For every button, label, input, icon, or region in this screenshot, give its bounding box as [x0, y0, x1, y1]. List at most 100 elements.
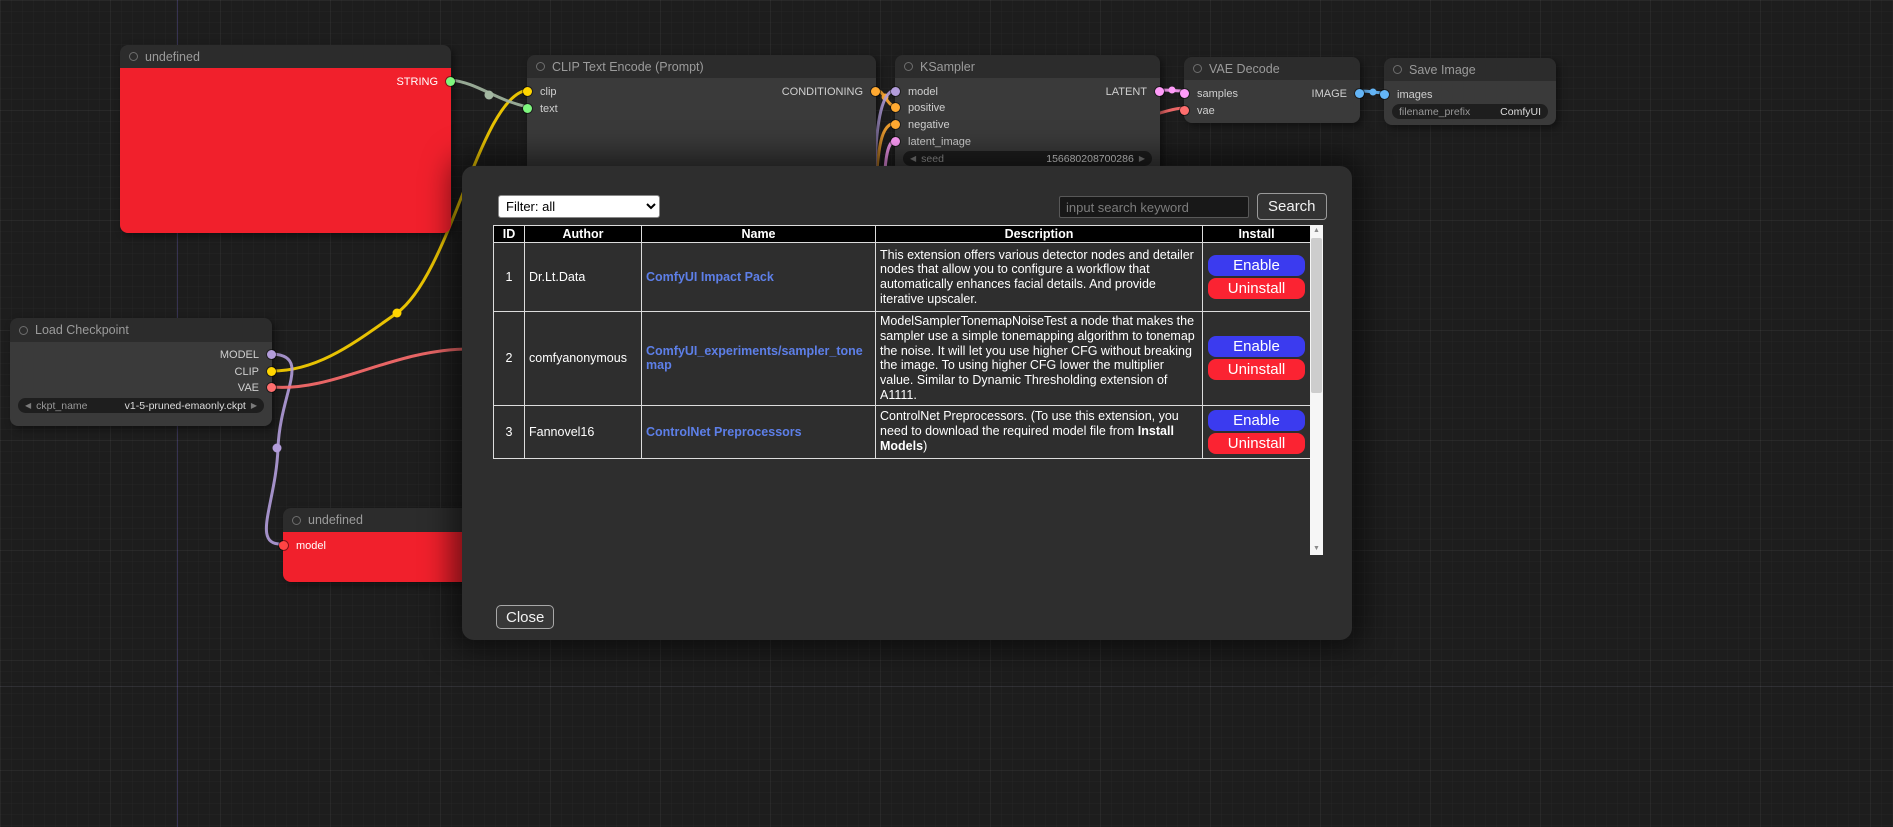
enable-button[interactable]: Enable — [1208, 410, 1305, 431]
node-clip-text-encode[interactable]: CLIP Text Encode (Prompt) clip text COND… — [527, 55, 876, 173]
extension-row: 2 comfyanonymous ComfyUI_experiments/sam… — [494, 312, 1311, 406]
input-label: clip — [540, 86, 557, 98]
input-label: vae — [1197, 105, 1215, 117]
extension-author: Fannovel16 — [525, 405, 642, 458]
input-label: positive — [908, 102, 945, 114]
extensions-table: ID Author Name Description Install 1 Dr.… — [493, 225, 1311, 459]
widget-label: seed — [921, 153, 944, 165]
output-label: STRING — [396, 76, 438, 88]
widget-value[interactable]: 156680208700286 — [1046, 153, 1134, 165]
scrollbar-thumb[interactable] — [1311, 238, 1322, 393]
enable-button[interactable]: Enable — [1208, 336, 1305, 357]
uninstall-button[interactable]: Uninstall — [1208, 359, 1305, 380]
extension-author: Dr.Lt.Data — [525, 243, 642, 312]
extension-description: This extension offers various detector n… — [876, 243, 1203, 312]
collapse-dot-icon[interactable] — [1393, 65, 1402, 74]
extension-id: 3 — [494, 405, 525, 458]
seed-widget[interactable]: ◀ seed 156680208700286 ▶ — [903, 151, 1152, 166]
node-title: Load Checkpoint — [35, 323, 129, 337]
output-label: VAE — [238, 382, 259, 394]
widget-arrow-right-icon[interactable]: ▶ — [1139, 155, 1145, 163]
output-slot-dot[interactable] — [1355, 89, 1364, 98]
input-slot-dot[interactable] — [891, 120, 900, 129]
node-title: CLIP Text Encode (Prompt) — [552, 60, 704, 74]
extension-name-link[interactable]: ComfyUI_experiments/sampler_tonemap — [646, 344, 863, 372]
collapse-dot-icon[interactable] — [292, 516, 301, 525]
header-description: Description — [876, 226, 1203, 243]
widget-label: filename_prefix — [1399, 106, 1470, 118]
input-slot-dot[interactable] — [1180, 89, 1189, 98]
node-title-bar[interactable]: undefined — [120, 45, 451, 68]
node-title-bar[interactable]: CLIP Text Encode (Prompt) — [527, 55, 876, 78]
extension-name-link[interactable]: ControlNet Preprocessors — [646, 425, 802, 439]
output-label: IMAGE — [1312, 88, 1347, 100]
scrollbar-down-icon[interactable]: ▼ — [1310, 543, 1323, 555]
widget-value[interactable]: v1-5-pruned-emaonly.ckpt — [125, 400, 246, 412]
header-name: Name — [642, 226, 876, 243]
widget-label: ckpt_name — [36, 400, 87, 412]
input-slot-dot[interactable] — [891, 87, 900, 96]
input-label: model — [908, 86, 938, 98]
search-input[interactable] — [1059, 196, 1249, 218]
collapse-dot-icon[interactable] — [536, 62, 545, 71]
node-title-bar[interactable]: Save Image — [1384, 58, 1556, 81]
node-title: undefined — [145, 50, 200, 64]
collapse-dot-icon[interactable] — [19, 326, 28, 335]
extension-row: 1 Dr.Lt.Data ComfyUI Impact Pack This ex… — [494, 243, 1311, 312]
uninstall-button[interactable]: Uninstall — [1208, 278, 1305, 299]
input-slot-dot[interactable] — [279, 541, 288, 550]
node-title-bar[interactable]: KSampler — [895, 55, 1160, 78]
node-ksampler[interactable]: KSampler model positive negative latent_… — [895, 55, 1160, 172]
node-title: KSampler — [920, 60, 975, 74]
table-scrollbar[interactable]: ▲ ▼ — [1310, 225, 1323, 555]
custom-nodes-manager-dialog: Filter: all Search ID Author Name Descri… — [462, 166, 1352, 640]
input-slot-dot[interactable] — [523, 104, 532, 113]
node-title-bar[interactable]: VAE Decode — [1184, 57, 1360, 80]
search-button[interactable]: Search — [1257, 193, 1327, 220]
uninstall-button[interactable]: Uninstall — [1208, 433, 1305, 454]
node-title-bar[interactable]: Load Checkpoint — [10, 318, 272, 342]
close-button[interactable]: Close — [496, 605, 554, 629]
collapse-dot-icon[interactable] — [1193, 64, 1202, 73]
widget-arrow-left-icon[interactable]: ◀ — [25, 402, 31, 410]
output-slot-dot[interactable] — [446, 77, 455, 86]
header-author: Author — [525, 226, 642, 243]
widget-value[interactable]: ComfyUI — [1500, 106, 1541, 118]
collapse-dot-icon[interactable] — [129, 52, 138, 61]
enable-button[interactable]: Enable — [1208, 255, 1305, 276]
extension-row: 3 Fannovel16 ControlNet Preprocessors Co… — [494, 405, 1311, 458]
collapse-dot-icon[interactable] — [904, 62, 913, 71]
node-save-image[interactable]: Save Image images filename_prefix ComfyU… — [1384, 58, 1556, 125]
node-vae-decode[interactable]: VAE Decode samples vae IMAGE — [1184, 57, 1360, 123]
output-slot-dot[interactable] — [1155, 87, 1164, 96]
output-slot-dot[interactable] — [871, 87, 880, 96]
ckpt-name-widget[interactable]: ◀ ckpt_name v1-5-pruned-emaonly.ckpt ▶ — [18, 398, 264, 413]
node-title: undefined — [308, 513, 363, 527]
output-slot-dot[interactable] — [267, 350, 276, 359]
extension-author: comfyanonymous — [525, 312, 642, 406]
header-install: Install — [1203, 226, 1311, 243]
output-slot-dot[interactable] — [267, 367, 276, 376]
header-id: ID — [494, 226, 525, 243]
output-label: MODEL — [220, 349, 259, 361]
output-slot-dot[interactable] — [267, 383, 276, 392]
input-slot-dot[interactable] — [891, 137, 900, 146]
extension-id: 1 — [494, 243, 525, 312]
extension-name-link[interactable]: ComfyUI Impact Pack — [646, 270, 774, 284]
input-slot-dot[interactable] — [1180, 106, 1189, 115]
input-label: text — [540, 103, 558, 115]
widget-arrow-left-icon[interactable]: ◀ — [910, 155, 916, 163]
input-label: samples — [1197, 88, 1238, 100]
scrollbar-up-icon[interactable]: ▲ — [1310, 225, 1323, 237]
input-slot-dot[interactable] — [891, 103, 900, 112]
input-slot-dot[interactable] — [1380, 90, 1389, 99]
widget-arrow-right-icon[interactable]: ▶ — [251, 402, 257, 410]
input-slot-dot[interactable] — [523, 87, 532, 96]
output-label: CONDITIONING — [782, 86, 863, 98]
filename-prefix-widget[interactable]: filename_prefix ComfyUI — [1392, 104, 1548, 119]
node-load-checkpoint[interactable]: Load Checkpoint MODEL CLIP VAE ◀ ckpt_na… — [10, 318, 272, 426]
node-graph-canvas[interactable]: undefined STRING CLIP Text Encode (Promp… — [0, 0, 1893, 827]
filter-select[interactable]: Filter: all — [498, 195, 660, 218]
node-undefined-top[interactable]: undefined STRING — [120, 45, 451, 233]
node-title: VAE Decode — [1209, 62, 1280, 76]
